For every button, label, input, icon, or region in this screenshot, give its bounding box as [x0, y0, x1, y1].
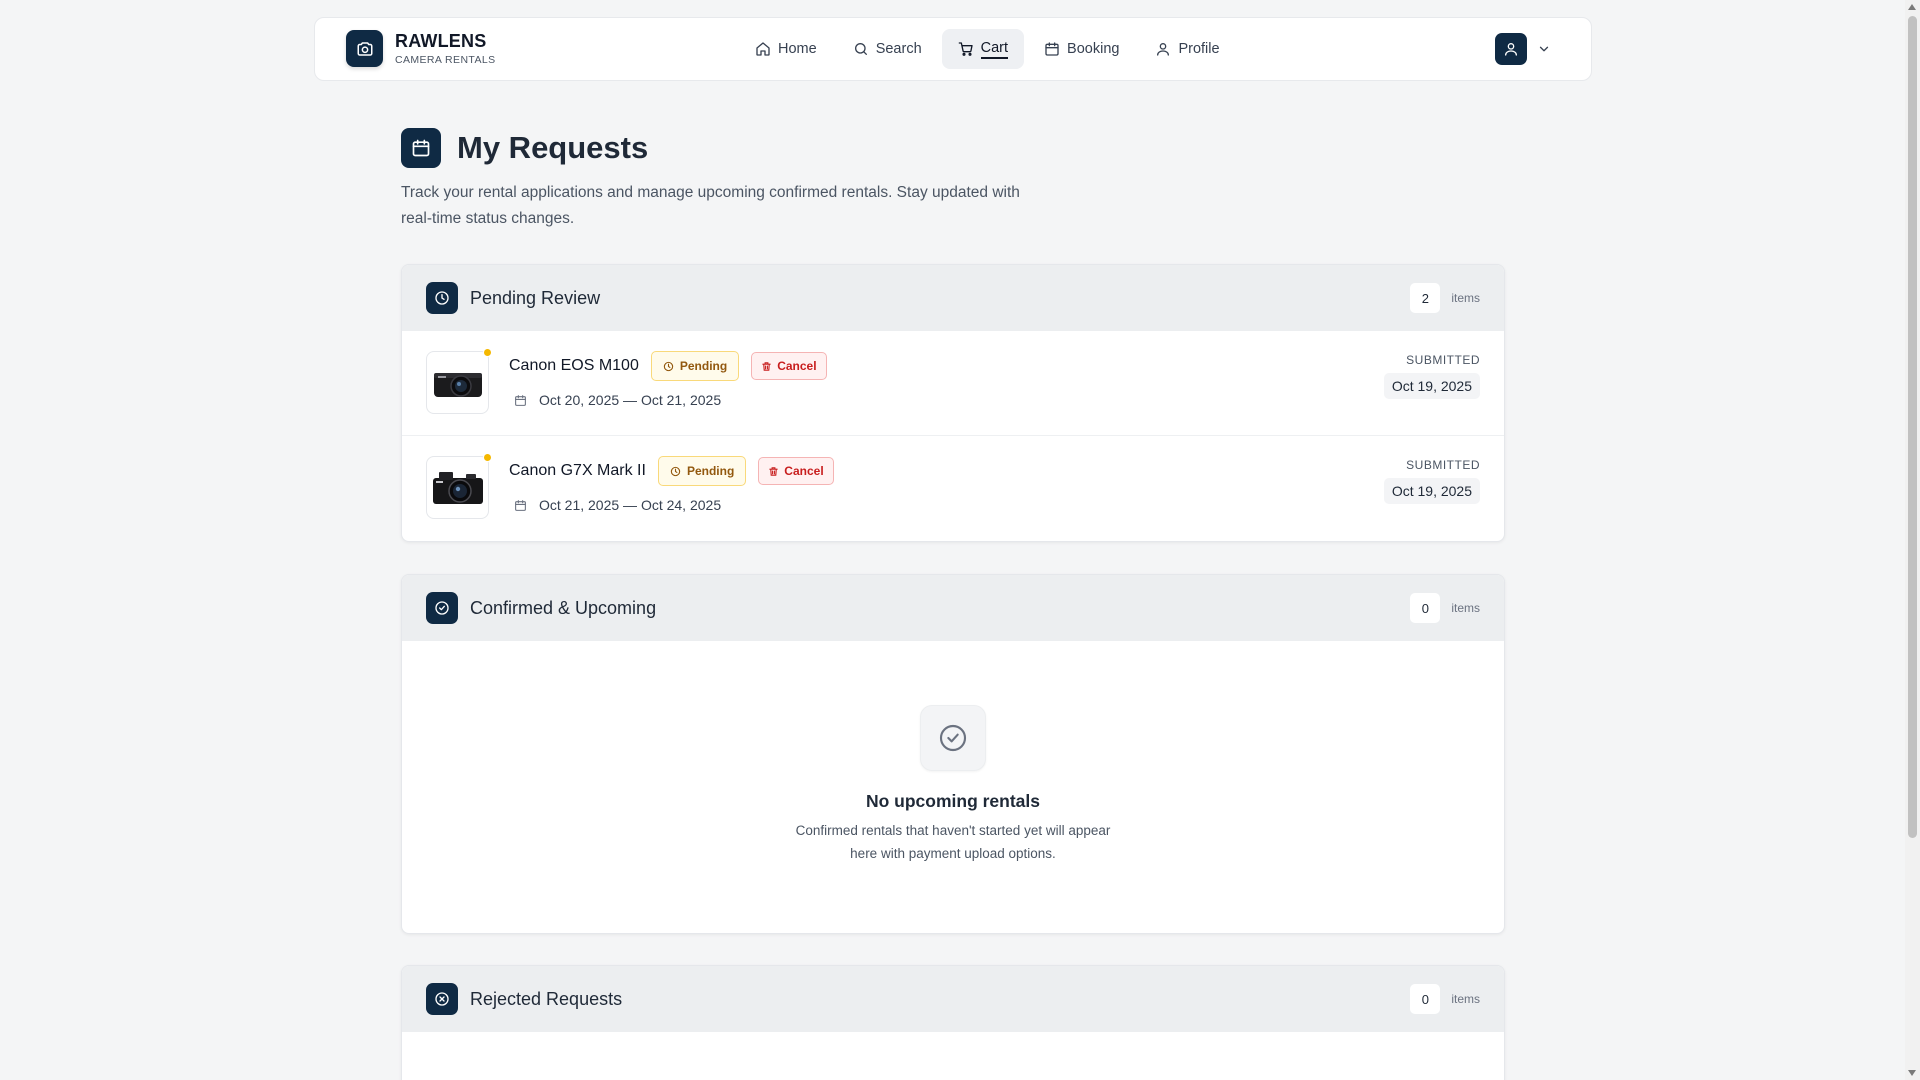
submitted-date: Oct 19, 2025	[1383, 373, 1480, 399]
clock-icon	[426, 282, 458, 314]
section-header: Confirmed & Upcoming 0 items	[402, 575, 1504, 641]
submitted-info: SUBMITTED Oct 19, 2025	[1383, 458, 1480, 504]
nav-cart-label: Cart	[980, 40, 1009, 59]
empty-description-line: here with payment upload options.	[850, 846, 1056, 861]
submitted-date: Oct 19, 2025	[1383, 478, 1480, 504]
status-label: Pending	[686, 464, 735, 478]
rental-dates: Oct 20, 2025 — Oct 21, 2025	[509, 392, 721, 408]
count-badge: 0	[1409, 592, 1442, 624]
request-row[interactable]: Canon G7X Mark II Pending Cancel Oct 21,…	[402, 436, 1504, 541]
submitted-info: SUBMITTED Oct 19, 2025	[1383, 353, 1480, 399]
item-count: 2 items	[1409, 282, 1480, 314]
count-unit: items	[1451, 291, 1480, 305]
page-description-line: Track your rental applications and manag…	[401, 184, 1020, 201]
avatar[interactable]	[1495, 33, 1527, 65]
top-navbar: RAWLENS CAMERA RENTALS Home Search Cart …	[314, 17, 1592, 81]
home-icon	[756, 42, 770, 56]
clock-icon	[670, 466, 681, 476]
section-title: Pending Review	[470, 287, 601, 308]
nav-search[interactable]: Search	[837, 29, 938, 69]
count-unit: items	[1451, 601, 1480, 615]
main-nav: Home Search Cart Booking Profile	[739, 29, 1240, 69]
scroll-up-arrow[interactable]	[1908, 4, 1916, 10]
calendar-icon	[401, 128, 441, 168]
nav-cart[interactable]: Cart	[941, 29, 1025, 69]
request-item-name: Canon EOS M100	[509, 357, 639, 374]
status-badge: Pending	[650, 351, 740, 381]
count-badge: 2	[1409, 282, 1442, 314]
camera-thumbnail	[426, 453, 492, 519]
request-row[interactable]: Canon EOS M100 Pending Cancel Oct 20, 20…	[402, 331, 1504, 436]
cancel-button[interactable]: Cancel	[751, 352, 827, 380]
section-header: Rejected Requests 0 items	[402, 966, 1504, 1032]
item-count: 0 items	[1409, 592, 1480, 624]
calendar-icon	[1045, 42, 1059, 56]
section-title: Rejected Requests	[470, 988, 623, 1009]
nav-search-label: Search	[875, 41, 922, 57]
status-label: Pending	[679, 359, 728, 373]
x-circle-icon	[426, 983, 458, 1015]
vertical-scrollbar[interactable]	[1905, 0, 1920, 1080]
brand-name: RAWLENS	[395, 31, 487, 51]
page-title: My Requests	[457, 130, 649, 165]
status-dot	[483, 453, 492, 462]
confirmed-upcoming-section: Confirmed & Upcoming 0 items No upcoming…	[401, 574, 1505, 934]
status-badge: Pending	[657, 456, 747, 486]
section-header: Pending Review 2 items	[402, 265, 1504, 331]
scrollbar-thumb[interactable]	[1908, 16, 1917, 838]
brand[interactable]: RAWLENS CAMERA RENTALS	[346, 30, 496, 67]
count-badge: 0	[1409, 983, 1442, 1015]
user-menu[interactable]	[1495, 33, 1551, 65]
nav-home-label: Home	[778, 41, 817, 57]
nav-booking[interactable]: Booking	[1028, 29, 1135, 69]
count-unit: items	[1451, 992, 1480, 1006]
pending-review-section: Pending Review 2 items Canon EOS M100 Pe…	[401, 264, 1505, 542]
scroll-down-arrow[interactable]	[1908, 1070, 1916, 1076]
submitted-label: SUBMITTED	[1406, 353, 1480, 367]
empty-state: No upcoming rentals Confirmed rentals th…	[402, 641, 1504, 933]
empty-title: No upcoming rentals	[865, 791, 1041, 811]
section-title: Confirmed & Upcoming	[470, 597, 657, 618]
page-header: My Requests	[401, 128, 648, 168]
item-count: 0 items	[1409, 983, 1480, 1015]
cancel-label: Cancel	[777, 359, 817, 373]
nav-booking-label: Booking	[1067, 41, 1120, 57]
trash-icon	[762, 361, 771, 371]
rental-dates: Oct 21, 2025 — Oct 24, 2025	[509, 497, 721, 513]
nav-profile-label: Profile	[1178, 41, 1220, 57]
empty-description-line: Confirmed rentals that haven't started y…	[795, 823, 1111, 838]
rejected-requests-section: Rejected Requests 0 items	[401, 965, 1505, 1080]
calendar-icon	[515, 499, 526, 511]
date-range: Oct 21, 2025 — Oct 24, 2025	[539, 497, 722, 513]
camera-icon	[346, 30, 383, 67]
cancel-label: Cancel	[784, 464, 824, 478]
clock-icon	[663, 361, 674, 371]
search-icon	[854, 43, 867, 55]
nav-home[interactable]: Home	[739, 29, 833, 69]
trash-icon	[769, 466, 779, 476]
cart-icon	[958, 42, 973, 56]
chevron-down-icon[interactable]	[1537, 42, 1551, 56]
page-description: Track your rental applications and manag…	[401, 180, 1061, 232]
cancel-button[interactable]: Cancel	[758, 457, 834, 485]
brand-subtitle: CAMERA RENTALS	[395, 54, 496, 66]
user-icon	[1157, 43, 1170, 56]
check-circle-icon	[426, 592, 458, 624]
calendar-icon	[515, 394, 526, 406]
nav-profile[interactable]: Profile	[1139, 29, 1235, 69]
status-dot	[483, 348, 492, 357]
date-range: Oct 20, 2025 — Oct 21, 2025	[539, 392, 722, 408]
camera-thumbnail	[426, 348, 492, 414]
request-item-name: Canon G7X Mark II	[509, 462, 646, 479]
user-icon	[1505, 43, 1517, 56]
camera-image	[433, 372, 482, 397]
page-description-line: real-time status changes.	[401, 210, 575, 227]
camera-image	[432, 471, 483, 504]
check-circle-icon	[920, 705, 986, 771]
empty-description: Confirmed rentals that haven't started y…	[402, 819, 1504, 865]
submitted-label: SUBMITTED	[1406, 458, 1480, 472]
